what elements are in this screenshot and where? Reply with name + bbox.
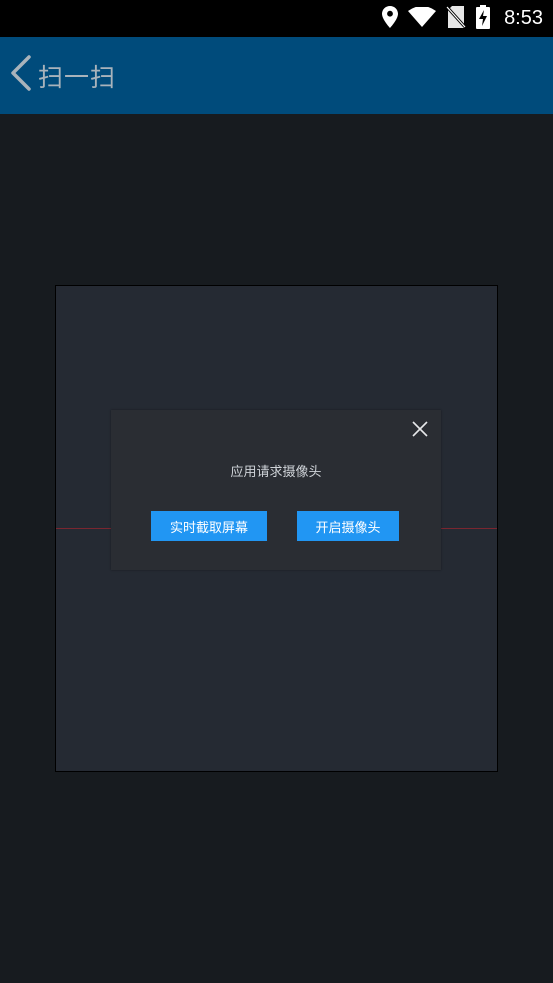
page-title: 扫一扫 xyxy=(38,63,117,92)
dialog-close-button[interactable] xyxy=(409,420,431,442)
app-bar: 扫一扫 xyxy=(0,37,553,114)
battery-charging-icon xyxy=(476,4,491,33)
open-camera-button[interactable]: 开启摄像头 xyxy=(297,511,399,541)
status-time: 8:53 xyxy=(504,7,543,29)
location-icon xyxy=(382,5,399,32)
back-button[interactable] xyxy=(6,55,36,95)
capture-screen-button[interactable]: 实时截取屏幕 xyxy=(151,511,267,541)
camera-permission-dialog: 应用请求摄像头 实时截取屏幕 开启摄像头 xyxy=(111,410,441,570)
status-icons: 8:53 xyxy=(382,0,543,37)
dialog-message: 应用请求摄像头 xyxy=(230,465,322,480)
wifi-icon xyxy=(408,5,437,31)
close-icon xyxy=(412,421,428,441)
chevron-left-icon xyxy=(10,55,32,95)
status-bar: 8:53 xyxy=(0,0,553,37)
no-sim-icon xyxy=(445,5,467,32)
